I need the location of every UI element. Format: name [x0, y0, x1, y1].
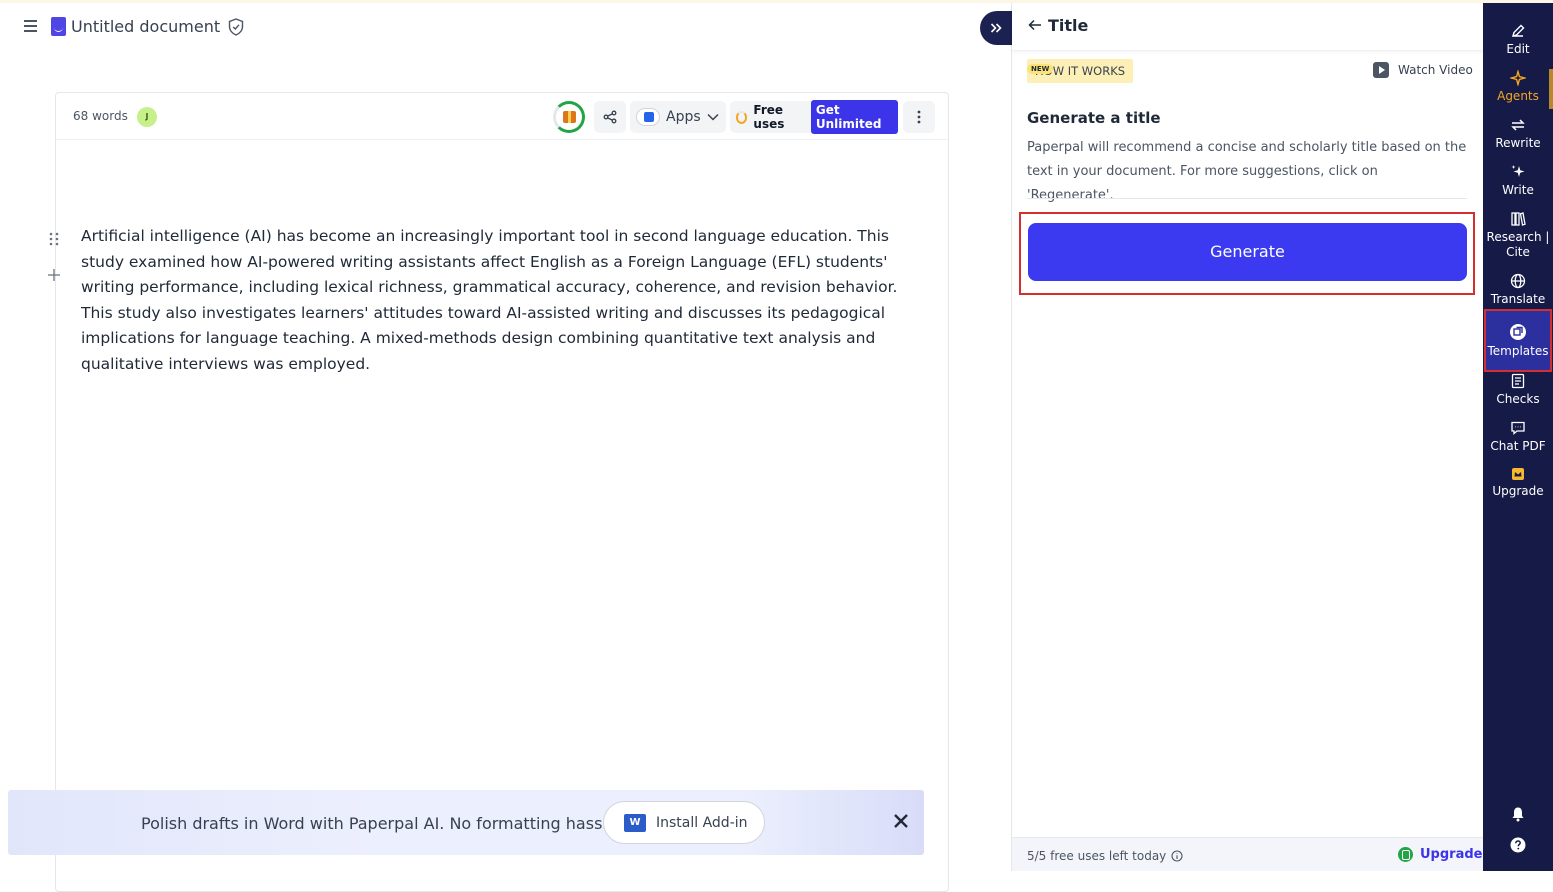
- free-uses-left-text: 5/5 free uses left today: [1027, 849, 1167, 863]
- watch-video-label: Watch Video: [1398, 63, 1473, 77]
- get-unlimited-button[interactable]: Get Unlimited: [810, 100, 898, 134]
- nav-chat-pdf[interactable]: Chat PDF: [1483, 420, 1553, 454]
- nav-checks-label: Checks: [1496, 392, 1540, 406]
- free-uses-box: Free uses Get Unlimited: [730, 100, 898, 134]
- sparkle-icon: [1510, 70, 1526, 86]
- pen-icon: [1511, 24, 1525, 38]
- install-addin-button[interactable]: W Install Add-in: [603, 801, 765, 844]
- notifications-button[interactable]: [1483, 806, 1553, 822]
- editor-card: 68 words J Apps Free uses Get Unlimited: [55, 92, 949, 892]
- rewrite-icon: [1511, 119, 1525, 131]
- watch-video-link[interactable]: Watch Video: [1373, 62, 1473, 78]
- crown-icon: [1512, 468, 1524, 480]
- usage-ring-icon: [736, 110, 748, 124]
- nav-agents-label: Agents: [1497, 89, 1539, 103]
- upgrade-icon: [1398, 847, 1413, 862]
- drag-handle-icon[interactable]: [49, 232, 59, 246]
- nav-checks[interactable]: Checks: [1483, 373, 1553, 407]
- more-vertical-icon: [917, 110, 921, 124]
- share-icon: [603, 110, 617, 124]
- panel-footer: 5/5 free uses left today Upgrade: [1012, 837, 1483, 871]
- upgrade-link[interactable]: Upgrade: [1398, 847, 1482, 862]
- arrow-left-icon[interactable]: [1028, 18, 1042, 32]
- editor-toolbar: 68 words J Apps Free uses Get Unlimited: [56, 93, 948, 140]
- right-nav-rail: Edit Agents Rewrite Write Research | Cit…: [1483, 3, 1553, 871]
- free-uses-left: 5/5 free uses left today: [1027, 849, 1183, 863]
- document-title[interactable]: Untitled document: [71, 17, 220, 36]
- nav-translate[interactable]: Translate: [1483, 273, 1553, 307]
- nav-templates-overlay[interactable]: Templates: [1483, 323, 1553, 359]
- word-count: 68 words: [73, 109, 128, 123]
- document-header: Untitled document: [0, 3, 1010, 51]
- document-icon: [51, 17, 66, 36]
- templates-icon: [1510, 324, 1526, 340]
- double-chevron-right-icon: [990, 23, 1002, 33]
- nav-research-cite[interactable]: Research | Cite: [1483, 211, 1553, 260]
- help-button[interactable]: [1483, 837, 1553, 853]
- collapse-panel-button[interactable]: [980, 11, 1012, 45]
- bell-icon: [1512, 807, 1524, 822]
- panel-header: Title: [1012, 3, 1483, 51]
- avatar[interactable]: J: [137, 107, 157, 127]
- apps-dropdown[interactable]: Apps: [630, 101, 726, 133]
- share-button[interactable]: [594, 101, 626, 133]
- nav-translate-label: Translate: [1490, 292, 1546, 306]
- books-icon: [1511, 212, 1526, 226]
- generate-heading: Generate a title: [1027, 109, 1161, 127]
- checklist-icon: [1511, 373, 1525, 389]
- help-icon: [1510, 837, 1526, 853]
- add-block-icon[interactable]: [47, 268, 61, 282]
- upgrade-label: Upgrade: [1420, 847, 1483, 862]
- nav-edit[interactable]: Edit: [1483, 23, 1553, 57]
- chat-icon: [1511, 421, 1525, 435]
- generate-button[interactable]: Generate: [1028, 223, 1467, 281]
- title-panel: Title HOW IT WORKS Watch Video Generate …: [1012, 3, 1483, 871]
- new-badge: NEW: [1027, 64, 1054, 74]
- nav-upgrade-label: Upgrade: [1492, 484, 1544, 498]
- nav-write[interactable]: Write: [1483, 164, 1553, 198]
- nav-agents[interactable]: Agents: [1483, 70, 1553, 104]
- panel-title: Title: [1048, 16, 1089, 35]
- nav-research-cite-label: Research | Cite: [1486, 230, 1550, 259]
- word-addin-banner: Polish drafts in Word with Paperpal AI. …: [8, 790, 924, 855]
- nav-rewrite-label: Rewrite: [1495, 136, 1541, 150]
- nav-edit-label: Edit: [1506, 42, 1530, 56]
- banner-text: Polish drafts in Word with Paperpal AI. …: [141, 814, 631, 833]
- chevron-down-icon: [707, 113, 719, 121]
- apps-label: Apps: [666, 109, 701, 125]
- shield-check-icon[interactable]: [228, 18, 244, 36]
- write-sparkle-icon: [1511, 165, 1525, 177]
- free-uses-label: Free uses: [753, 103, 785, 131]
- word-logo-icon: W: [624, 813, 646, 832]
- panel-separator: [1027, 198, 1467, 199]
- nav-templates-overlay-label: Templates: [1487, 344, 1549, 358]
- install-addin-label: Install Add-in: [656, 814, 748, 831]
- gift-icon: [562, 111, 576, 123]
- hamburger-menu-icon[interactable]: [24, 20, 37, 32]
- nav-rewrite[interactable]: Rewrite: [1483, 117, 1553, 151]
- nav-chat-pdf-label: Chat PDF: [1490, 439, 1546, 453]
- gift-button[interactable]: [553, 101, 585, 133]
- nav-write-label: Write: [1502, 183, 1534, 197]
- more-options-button[interactable]: [903, 101, 935, 133]
- play-icon: [1373, 62, 1389, 78]
- nav-upgrade[interactable]: Upgrade: [1483, 467, 1553, 499]
- info-icon[interactable]: [1171, 850, 1183, 862]
- globe-icon: [1510, 273, 1526, 289]
- close-icon[interactable]: [892, 812, 910, 830]
- word-apps-icon: [636, 108, 660, 126]
- document-body-text[interactable]: Artificial intelligence (AI) has become …: [81, 224, 911, 377]
